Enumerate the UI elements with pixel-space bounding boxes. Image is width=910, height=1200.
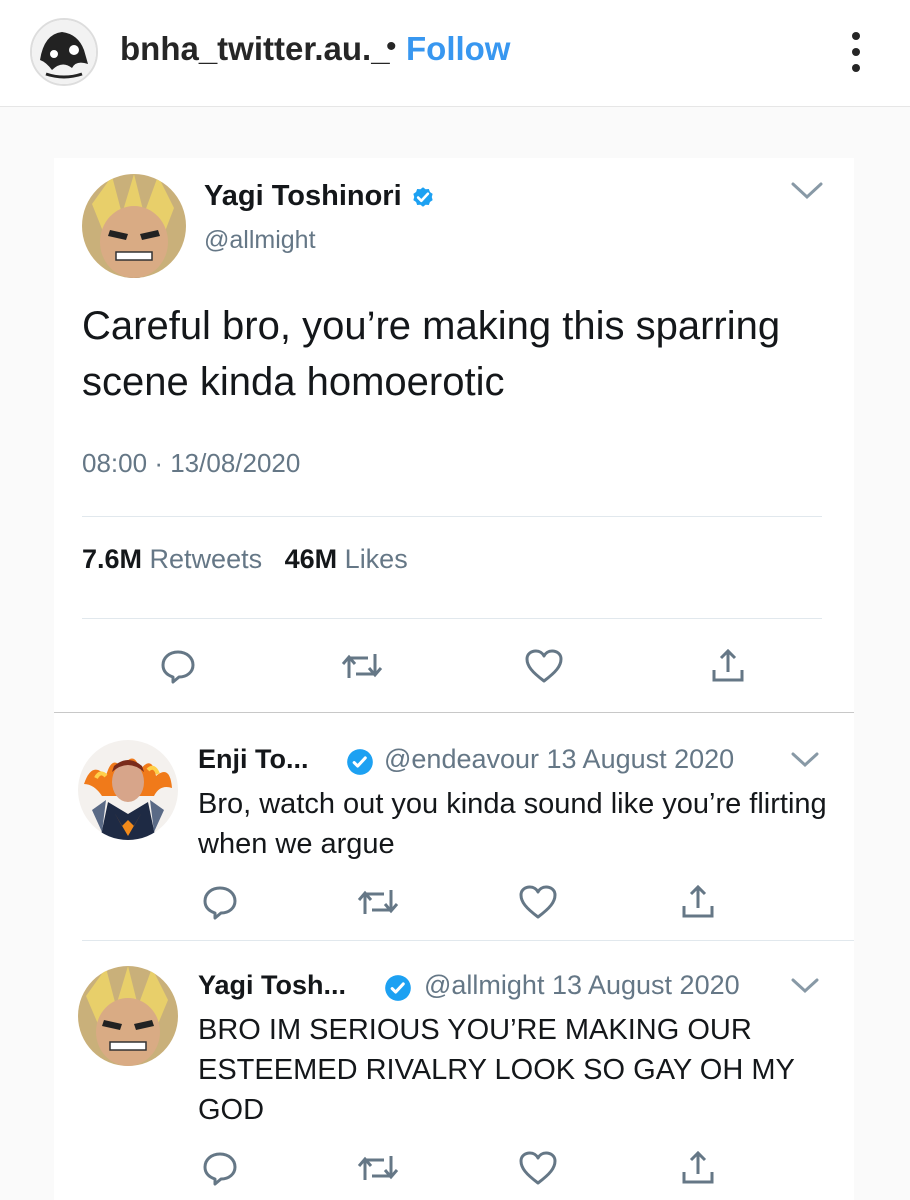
- reply-author-avatar[interactable]: [78, 740, 178, 840]
- share-icon[interactable]: [680, 1148, 716, 1188]
- share-icon[interactable]: [680, 882, 716, 922]
- tweet-author-avatar[interactable]: [82, 174, 186, 278]
- verified-badge-icon: [413, 187, 433, 208]
- tweet-stats: 7.6M Retweets 46M Likes: [82, 544, 408, 575]
- like-heart-icon[interactable]: [518, 884, 558, 920]
- reply-icon[interactable]: [200, 1148, 240, 1188]
- reply-author-name[interactable]: Yagi Tosh...: [198, 970, 346, 1001]
- all-might-avatar-icon: [78, 966, 178, 1066]
- retweets-label[interactable]: Retweets: [150, 544, 263, 574]
- separator-dot: •: [386, 30, 397, 63]
- more-vertical-icon: [852, 32, 860, 40]
- retweet-icon[interactable]: [340, 648, 384, 684]
- share-icon[interactable]: [710, 646, 746, 686]
- likes-label[interactable]: Likes: [345, 544, 408, 574]
- like-heart-icon[interactable]: [524, 648, 564, 684]
- divider: [82, 516, 822, 517]
- chevron-down-icon[interactable]: [790, 976, 820, 996]
- likes-count[interactable]: 46M: [285, 544, 338, 574]
- tweet-author-name[interactable]: Yagi Toshinori: [204, 180, 436, 213]
- tweet-author-handle[interactable]: @allmight: [204, 226, 316, 255]
- reply-handle-date[interactable]: @endeavour 13 August 2020: [384, 744, 734, 775]
- retweet-icon[interactable]: [356, 1150, 400, 1186]
- reply-handle-date[interactable]: @allmight 13 August 2020: [424, 970, 740, 1001]
- instagram-post-header: bnha_twitter.au._ • Follow: [0, 0, 910, 107]
- verified-badge-icon: [385, 975, 411, 1001]
- like-heart-icon[interactable]: [518, 1150, 558, 1186]
- manga-avatar-icon: [32, 20, 96, 84]
- more-options-button[interactable]: [846, 32, 866, 72]
- reply-text: Bro, watch out you kinda sound like you’…: [198, 788, 827, 860]
- divider: [54, 712, 854, 713]
- tweet-screenshot: Yagi Toshinori @allmight Careful bro, yo…: [54, 158, 854, 1200]
- follow-button[interactable]: Follow: [406, 30, 510, 68]
- reply-author-name[interactable]: Enji To...: [198, 744, 309, 775]
- account-username[interactable]: bnha_twitter.au._: [120, 30, 390, 68]
- reply-author-avatar[interactable]: [78, 966, 178, 1066]
- reply-text: BRO IM SERIOUS YOU’RE MAKING OUR ESTEEME…: [198, 1014, 795, 1126]
- account-avatar[interactable]: [30, 18, 98, 86]
- retweet-icon[interactable]: [356, 884, 400, 920]
- retweets-count[interactable]: 7.6M: [82, 544, 142, 574]
- reply-icon[interactable]: [200, 882, 240, 922]
- chevron-down-icon[interactable]: [790, 180, 824, 202]
- divider: [82, 618, 822, 619]
- divider: [82, 940, 854, 941]
- chevron-down-icon[interactable]: [790, 750, 820, 770]
- verified-badge-icon: [347, 749, 373, 775]
- reply-icon[interactable]: [158, 646, 198, 686]
- endeavor-avatar-icon: [78, 740, 178, 840]
- tweet-text: Careful bro, you’re making this sparring…: [82, 304, 781, 404]
- all-might-avatar-icon: [82, 174, 186, 278]
- tweet-timestamp[interactable]: 08:00 · 13/08/2020: [82, 448, 300, 479]
